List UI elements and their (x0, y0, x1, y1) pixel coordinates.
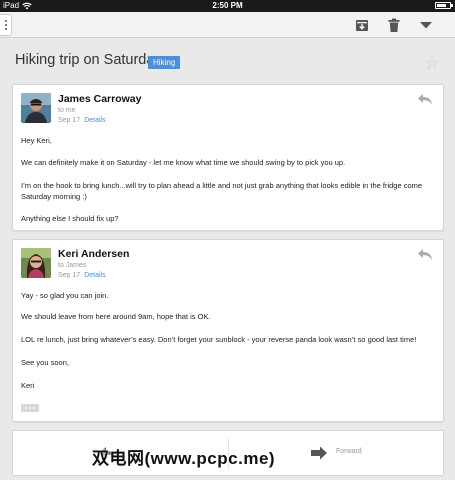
reply-icon[interactable] (417, 247, 433, 261)
message-body: Yay - so glad you can join. (21, 290, 435, 301)
thread-header: Hiking trip on Saturday Hiking ☆ (15, 52, 440, 74)
body-paragraph: Keri (21, 381, 35, 390)
menu-handle-button[interactable] (0, 14, 12, 36)
recipient: to me (58, 107, 76, 114)
avatar (21, 93, 51, 123)
details-link[interactable]: Details (84, 117, 105, 124)
thread-subject: Hiking trip on Saturday (15, 52, 162, 68)
body-paragraph: I’m on the hook to bring lunch...will tr… (21, 181, 423, 201)
message-date: Sep 17 Details (58, 117, 106, 124)
message-body: LOL re lunch, just bring whatever’s easy… (21, 334, 435, 345)
star-icon[interactable]: ☆ (424, 53, 440, 74)
body-paragraph: Anything else I should fix up? (21, 214, 119, 223)
message-body: Hey Keri, (21, 135, 435, 146)
chevron-down-icon[interactable] (418, 17, 434, 33)
date-text: Sep 17 (58, 117, 81, 124)
reply-icon[interactable] (417, 92, 433, 106)
label-chip[interactable]: Hiking (148, 56, 181, 69)
avatar (21, 248, 51, 278)
body-paragraph: Hey Keri, (21, 136, 52, 145)
watermark: 双电网(www.pcpc.me) (92, 449, 276, 468)
body-paragraph: See you soon, (21, 358, 69, 367)
message-body: Anything else I should fix up? (21, 213, 435, 224)
status-bar: iPad 2:50 PM (0, 0, 455, 12)
toolbar (0, 12, 455, 38)
body-paragraph: LOL re lunch, just bring whatever’s easy… (21, 335, 417, 344)
message-date: Sep 17 Details (58, 272, 106, 279)
message-body: We should leave from here around 9am, ho… (21, 311, 435, 322)
message-card[interactable]: Keri Andersen to James Sep 17 Details Yay… (12, 239, 444, 422)
recipient: to James (58, 262, 87, 269)
message-card[interactable]: James Carroway to me Sep 17 Details Hey K… (12, 84, 444, 231)
trash-icon[interactable] (386, 17, 402, 33)
forward-icon[interactable] (310, 445, 328, 461)
status-time: 2:50 PM (212, 1, 243, 10)
forward-button[interactable]: Forward (336, 448, 362, 455)
date-text: Sep 17 (58, 272, 81, 279)
body-paragraph: We should leave from here around 9am, ho… (21, 312, 211, 321)
battery-icon (435, 2, 453, 9)
message-body: We can definitely make it on Saturday - … (21, 157, 435, 168)
show-quoted-text-button[interactable] (21, 404, 39, 412)
sender-name: Keri Andersen (58, 248, 130, 260)
details-link[interactable]: Details (84, 272, 105, 279)
body-paragraph: Yay - so glad you can join. (21, 291, 109, 300)
archive-icon[interactable] (354, 17, 370, 33)
body-paragraph: We can definitely make it on Saturday - … (21, 158, 346, 167)
sender-name: James Carroway (58, 93, 142, 105)
message-body: See you soon, (21, 357, 435, 368)
message-body: I’m on the hook to bring lunch...will tr… (21, 180, 435, 202)
message-body: Keri (21, 380, 435, 391)
